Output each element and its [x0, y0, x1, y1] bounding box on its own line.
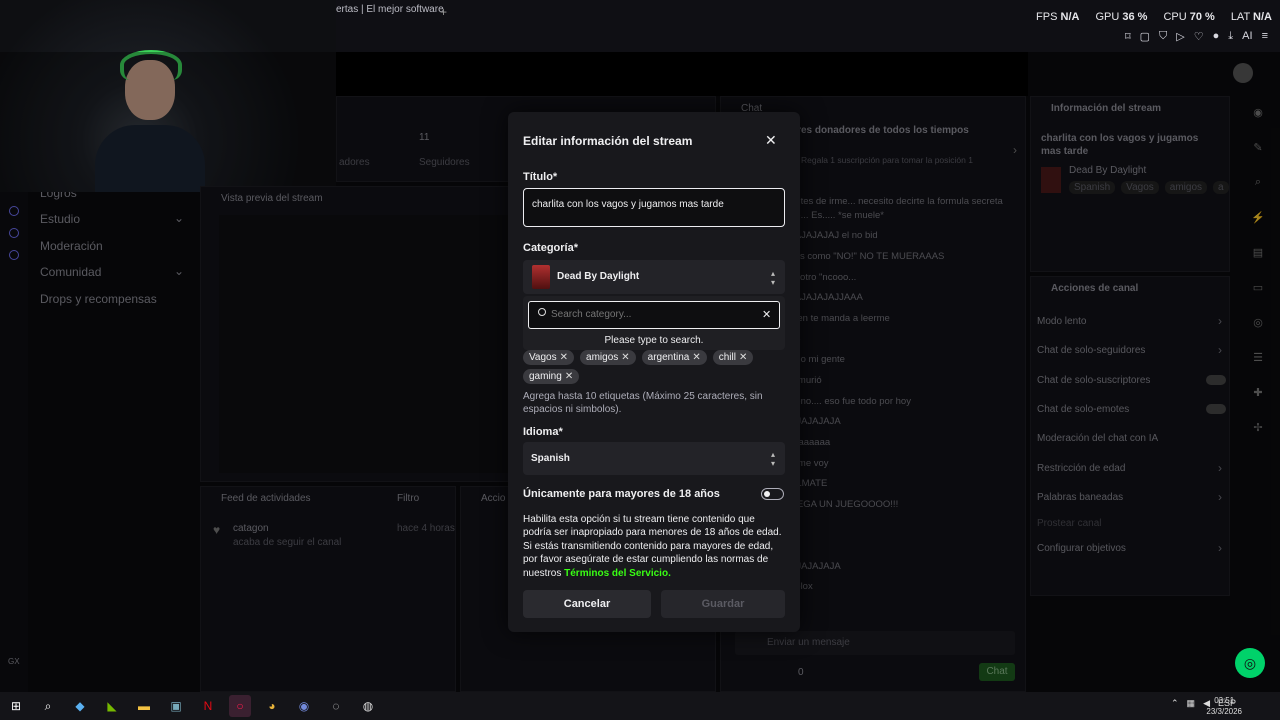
lat-value: N/A — [1253, 11, 1272, 23]
terms-link[interactable]: Términos del Servicio. — [564, 568, 671, 579]
category-dropdown: ✕ Please type to search. — [523, 296, 785, 350]
tag-chip: argentina ✕ — [641, 350, 707, 365]
heart-icon[interactable]: ♡ — [1194, 30, 1204, 43]
tag-row: Vagos ✕ amigos ✕ argentina ✕ chill ✕ — [523, 350, 754, 365]
language-label: Idioma* — [523, 426, 563, 438]
store-icon[interactable]: ▣ — [165, 695, 187, 717]
remove-tag-icon[interactable]: ✕ — [621, 352, 629, 363]
menu-icon[interactable]: ≡ — [1262, 30, 1268, 43]
browser-tab[interactable]: ertas | El mejor software — [336, 4, 444, 22]
clock[interactable]: 03:51 23/3/2026 — [1206, 695, 1242, 717]
title-label: Título* — [523, 171, 558, 183]
play-icon[interactable]: ▷ — [1176, 30, 1184, 43]
obs-icon[interactable]: ◌ — [325, 695, 347, 717]
ai-button[interactable]: AI — [1242, 30, 1252, 43]
tag-label: gaming — [529, 371, 562, 382]
tag-chip: amigos ✕ — [580, 350, 636, 365]
modal-title: Editar información del stream — [523, 134, 693, 148]
lat-label: LAT — [1230, 11, 1250, 23]
save-button[interactable]: Guardar — [661, 590, 785, 618]
cpu-label: CPU — [1163, 11, 1187, 23]
bookmark-icon[interactable]: ⌑ — [1125, 30, 1131, 43]
tag-label: argentina — [647, 352, 690, 363]
search-icon[interactable]: ⌕ — [37, 695, 59, 717]
tag-row: gaming ✕ — [523, 369, 580, 384]
chrome-icon[interactable]: ◕ — [261, 695, 283, 717]
browser-toolbar: ⌑ ▢ ⛉ ▷ ♡ ● ⤓ AI ≡ — [1125, 30, 1268, 43]
performance-hud: FPS N/A GPU 36 % CPU 70 % LAT N/A — [1036, 11, 1272, 23]
discord-icon[interactable]: ◉ — [293, 695, 315, 717]
shield-icon[interactable]: ⛉ — [1159, 30, 1167, 43]
profile-icon[interactable]: ● — [1213, 30, 1220, 43]
clear-icon[interactable]: ✕ — [762, 308, 771, 321]
remove-tag-icon[interactable]: ✕ — [560, 352, 568, 363]
nvidia-icon[interactable]: ◣ — [101, 695, 123, 717]
help-icon[interactable]: ◎ — [1235, 648, 1265, 678]
snapshot-icon[interactable]: ▢ — [1140, 30, 1150, 43]
network-icon[interactable]: ▦ — [1187, 698, 1196, 709]
fps-label: FPS — [1036, 11, 1058, 23]
sort-icon: ▴ ▾ — [770, 269, 775, 287]
new-tab-icon[interactable]: + — [440, 5, 447, 19]
tags-hint: Agrega hasta 10 etiquetas (Máximo 25 car… — [523, 391, 763, 415]
cancel-button[interactable]: Cancelar — [523, 590, 651, 618]
category-art — [532, 265, 550, 289]
category-search-box[interactable]: ✕ — [528, 301, 780, 329]
remove-tag-icon[interactable]: ✕ — [565, 371, 573, 382]
close-icon[interactable]: ✕ — [765, 132, 777, 149]
language-value: Spanish — [531, 453, 570, 464]
language-select[interactable]: Spanish ▴ ▾ — [523, 442, 785, 475]
gpu-value: 36 % — [1122, 11, 1148, 23]
category-label: Categoría* — [523, 242, 579, 254]
edit-stream-info-modal: Editar información del stream ✕ Título* … — [508, 112, 800, 632]
tag-label: Vagos — [529, 352, 557, 363]
sort-icon: ▴ ▾ — [770, 450, 775, 468]
adult-label: Únicamente para mayores de 18 años — [523, 488, 720, 500]
category-select[interactable]: Dead By Daylight ▴ ▾ — [523, 260, 785, 294]
adult-description: Habilita esta opción si tu stream tiene … — [523, 513, 785, 580]
download-icon[interactable]: ⤓ — [1228, 30, 1233, 43]
cpu-value: 70 % — [1189, 11, 1215, 23]
tag-chip: Vagos ✕ — [523, 350, 575, 365]
category-search-input[interactable] — [551, 309, 751, 320]
opera-gx-icon[interactable]: ○ — [229, 695, 251, 717]
search-hint: Please type to search. — [604, 335, 704, 346]
folder-icon[interactable]: ▬ — [133, 695, 155, 717]
tag-chip: gaming ✕ — [523, 369, 580, 384]
steam-icon[interactable]: ◆ — [69, 695, 91, 717]
search-icon — [538, 308, 546, 316]
remove-tag-icon[interactable]: ✕ — [692, 352, 700, 363]
tag-label: amigos — [586, 352, 619, 363]
windows-start-icon[interactable]: ⊞ — [5, 695, 27, 717]
chevron-up-icon[interactable]: ⌃ — [1171, 698, 1179, 709]
app-icon[interactable]: ◍ — [357, 695, 379, 717]
gpu-label: GPU — [1095, 11, 1120, 23]
os-taskbar: ⊞ ⌕ ◆ ◣ ▬ ▣ N ○ ◕ ◉ ◌ ◍ ⌃ ▦ ◀ ESP 03:51 … — [0, 692, 1280, 720]
tag-label: chill — [718, 352, 736, 363]
clock-date: 23/3/2026 — [1206, 707, 1242, 716]
tag-chip: chill ✕ — [712, 350, 754, 365]
clock-time: 03:51 — [1214, 696, 1235, 705]
category-value: Dead By Daylight — [557, 271, 640, 282]
stream-title-field[interactable]: charlita con los vagos y jugamos mas tar… — [523, 188, 785, 227]
adult-content-toggle[interactable] — [761, 488, 784, 500]
netflix-icon[interactable]: N — [197, 695, 219, 717]
fps-value: N/A — [1060, 11, 1080, 23]
remove-tag-icon[interactable]: ✕ — [739, 352, 747, 363]
